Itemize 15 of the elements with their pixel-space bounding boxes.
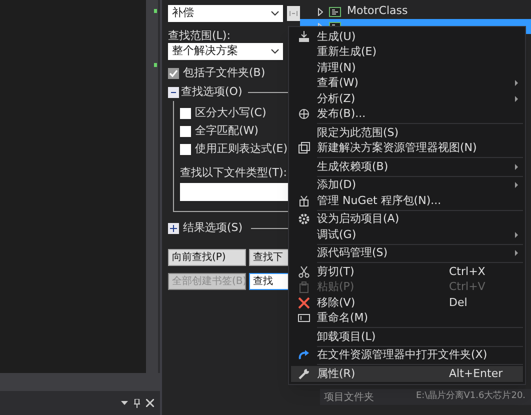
checkbox-label: 区分大小写(C) xyxy=(195,105,266,122)
shortcut: Ctrl+V xyxy=(449,279,486,295)
group-title: 结果选项(S) xyxy=(183,220,243,236)
property-value: E:\晶片分离V1.6大芯片20. xyxy=(416,390,526,404)
shortcut: Del xyxy=(449,294,468,310)
shortcut: Alt+Enter xyxy=(449,366,504,382)
checkbox-label: 使用正则表达式(E) xyxy=(195,141,288,158)
group-title: 查找选项(O) xyxy=(181,84,242,100)
tree-label: MotorClass xyxy=(347,3,408,20)
file-types-label: 查找以下文件类型(T): xyxy=(180,164,288,180)
shortcut: Ctrl+X xyxy=(449,264,486,280)
scope-label: 查找范围(L): xyxy=(168,28,232,43)
checkbox-label: 全字匹配(W) xyxy=(195,123,258,140)
checkbox-label: 包括子文件夹(B) xyxy=(183,64,266,81)
property-name: 项目文件夹 xyxy=(323,390,375,404)
